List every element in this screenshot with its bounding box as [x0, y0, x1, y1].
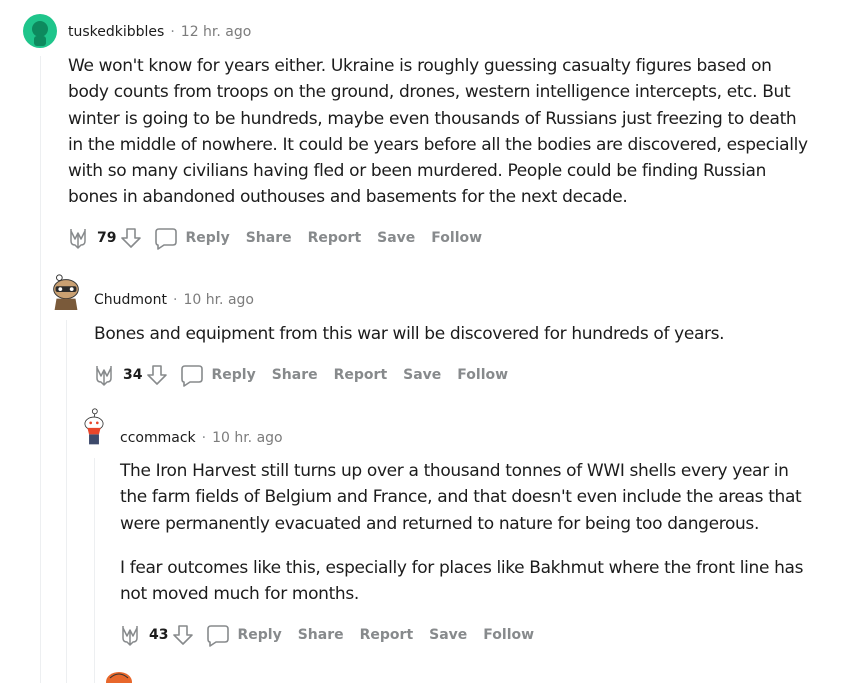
separator: ·: [201, 430, 207, 446]
save-button[interactable]: Save: [403, 367, 441, 383]
comment-paragraph: The Iron Harvest still turns up over a t…: [120, 461, 802, 534]
report-button[interactable]: Report: [308, 230, 362, 246]
follow-button[interactable]: Follow: [483, 627, 534, 643]
separator: ·: [170, 24, 175, 40]
upvote-icon[interactable]: [68, 226, 88, 250]
share-button[interactable]: Share: [272, 367, 318, 383]
thread-line-level-0[interactable]: [40, 56, 41, 683]
avatar[interactable]: [102, 668, 136, 683]
save-button[interactable]: Save: [429, 627, 467, 643]
comment-text: We won't know for years either. Ukraine …: [68, 56, 808, 208]
avatar[interactable]: [22, 12, 58, 50]
report-button[interactable]: Report: [360, 627, 414, 643]
timestamp[interactable]: 10 hr. ago: [212, 430, 283, 446]
share-button[interactable]: Share: [246, 230, 292, 246]
downvote-icon[interactable]: [172, 623, 194, 647]
reply-button[interactable]: Reply: [211, 367, 255, 383]
comment-bubble-icon[interactable]: [180, 363, 204, 387]
comment-body: We won't know for years either. Ukraine …: [68, 53, 808, 211]
report-button[interactable]: Report: [334, 367, 388, 383]
username[interactable]: tuskedkibbles: [68, 24, 164, 40]
share-button[interactable]: Share: [298, 627, 344, 643]
save-button[interactable]: Save: [377, 230, 415, 246]
comment-actions: 34 Reply Share Report Save Follow: [94, 362, 524, 388]
comment-actions: 79 Reply Share Report Save Follow: [68, 225, 498, 251]
vote-score: 43: [149, 627, 169, 643]
timestamp[interactable]: 10 hr. ago: [183, 292, 254, 308]
timestamp[interactable]: 12 hr. ago: [181, 24, 252, 40]
comment-bubble-icon[interactable]: [154, 226, 178, 250]
downvote-icon[interactable]: [146, 363, 168, 387]
separator: ·: [172, 292, 178, 308]
avatar[interactable]: [76, 408, 112, 446]
comment-paragraph: I fear outcomes like this, especially fo…: [120, 557, 804, 605]
upvote-icon[interactable]: [120, 623, 140, 647]
vote-score: 34: [123, 367, 143, 383]
comment-body: Bones and equipment from this war will b…: [94, 321, 725, 347]
upvote-icon[interactable]: [94, 363, 114, 387]
comment-bubble-icon[interactable]: [206, 623, 230, 647]
comment-actions: 43 Reply Share Report Save Follow: [120, 622, 550, 648]
comment-text: Bones and equipment from this war will b…: [94, 324, 725, 344]
vote-score: 79: [97, 230, 117, 246]
comment-body: The Iron Harvest still turns up over a t…: [120, 458, 803, 607]
thread-line-level-1[interactable]: [66, 320, 67, 683]
reply-button[interactable]: Reply: [185, 230, 229, 246]
username[interactable]: Chudmont: [94, 292, 167, 308]
username[interactable]: ccommack: [120, 430, 196, 446]
downvote-icon[interactable]: [120, 226, 142, 250]
reply-button[interactable]: Reply: [237, 627, 281, 643]
follow-button[interactable]: Follow: [431, 230, 482, 246]
thread-line-level-2[interactable]: [94, 458, 95, 683]
follow-button[interactable]: Follow: [457, 367, 508, 383]
avatar[interactable]: [48, 272, 84, 310]
